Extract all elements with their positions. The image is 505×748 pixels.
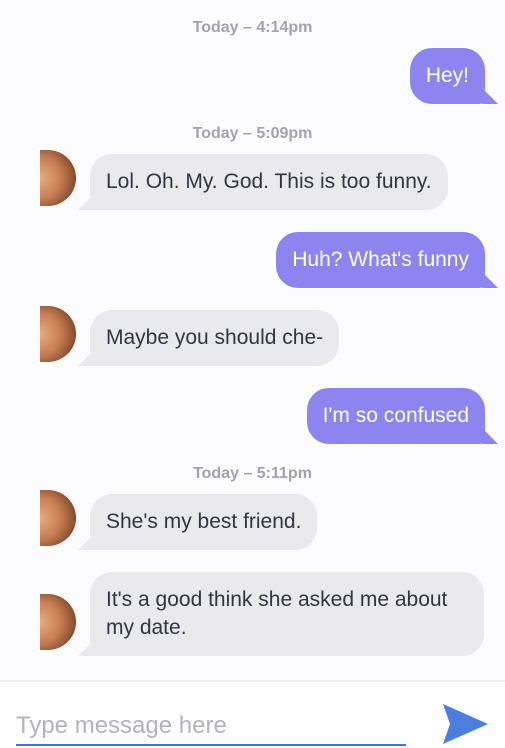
bubble-tail [482, 428, 498, 444]
incoming-message: Maybe you should che- [90, 310, 340, 366]
incoming-message: Lol. Oh. My. God. This is too funny. [90, 154, 448, 210]
timestamp: Today – 5:11pm [193, 465, 312, 482]
incoming-message: She's my best friend. [90, 494, 318, 550]
bubble-tail [78, 534, 94, 550]
chat-screen: Today – 4:14pm Hey! Today – 5:09pm Lol. … [0, 0, 505, 748]
send-icon [443, 704, 488, 744]
bubble-tail [482, 272, 498, 288]
contact-avatar [40, 150, 76, 206]
bubble-tail [482, 88, 498, 104]
incoming-message: It's a good think she asked me about my … [90, 572, 484, 656]
contact-avatar [40, 306, 76, 362]
message-list[interactable]: Today – 4:14pm Hey! Today – 5:09pm Lol. … [0, 0, 505, 680]
outgoing-message: I'm so confused [306, 388, 485, 444]
timestamp: Today – 5:09pm [192, 125, 313, 142]
send-button[interactable] [440, 702, 490, 746]
bubble-tail [78, 640, 94, 656]
composer-bar [0, 680, 505, 748]
outgoing-message: Huh? What's funny [276, 232, 485, 288]
timestamp: Today – 4:14pm [192, 19, 313, 36]
contact-avatar [40, 594, 76, 650]
message-input[interactable] [16, 712, 406, 746]
contact-avatar [40, 490, 76, 546]
outgoing-message: Hey! [409, 48, 485, 104]
